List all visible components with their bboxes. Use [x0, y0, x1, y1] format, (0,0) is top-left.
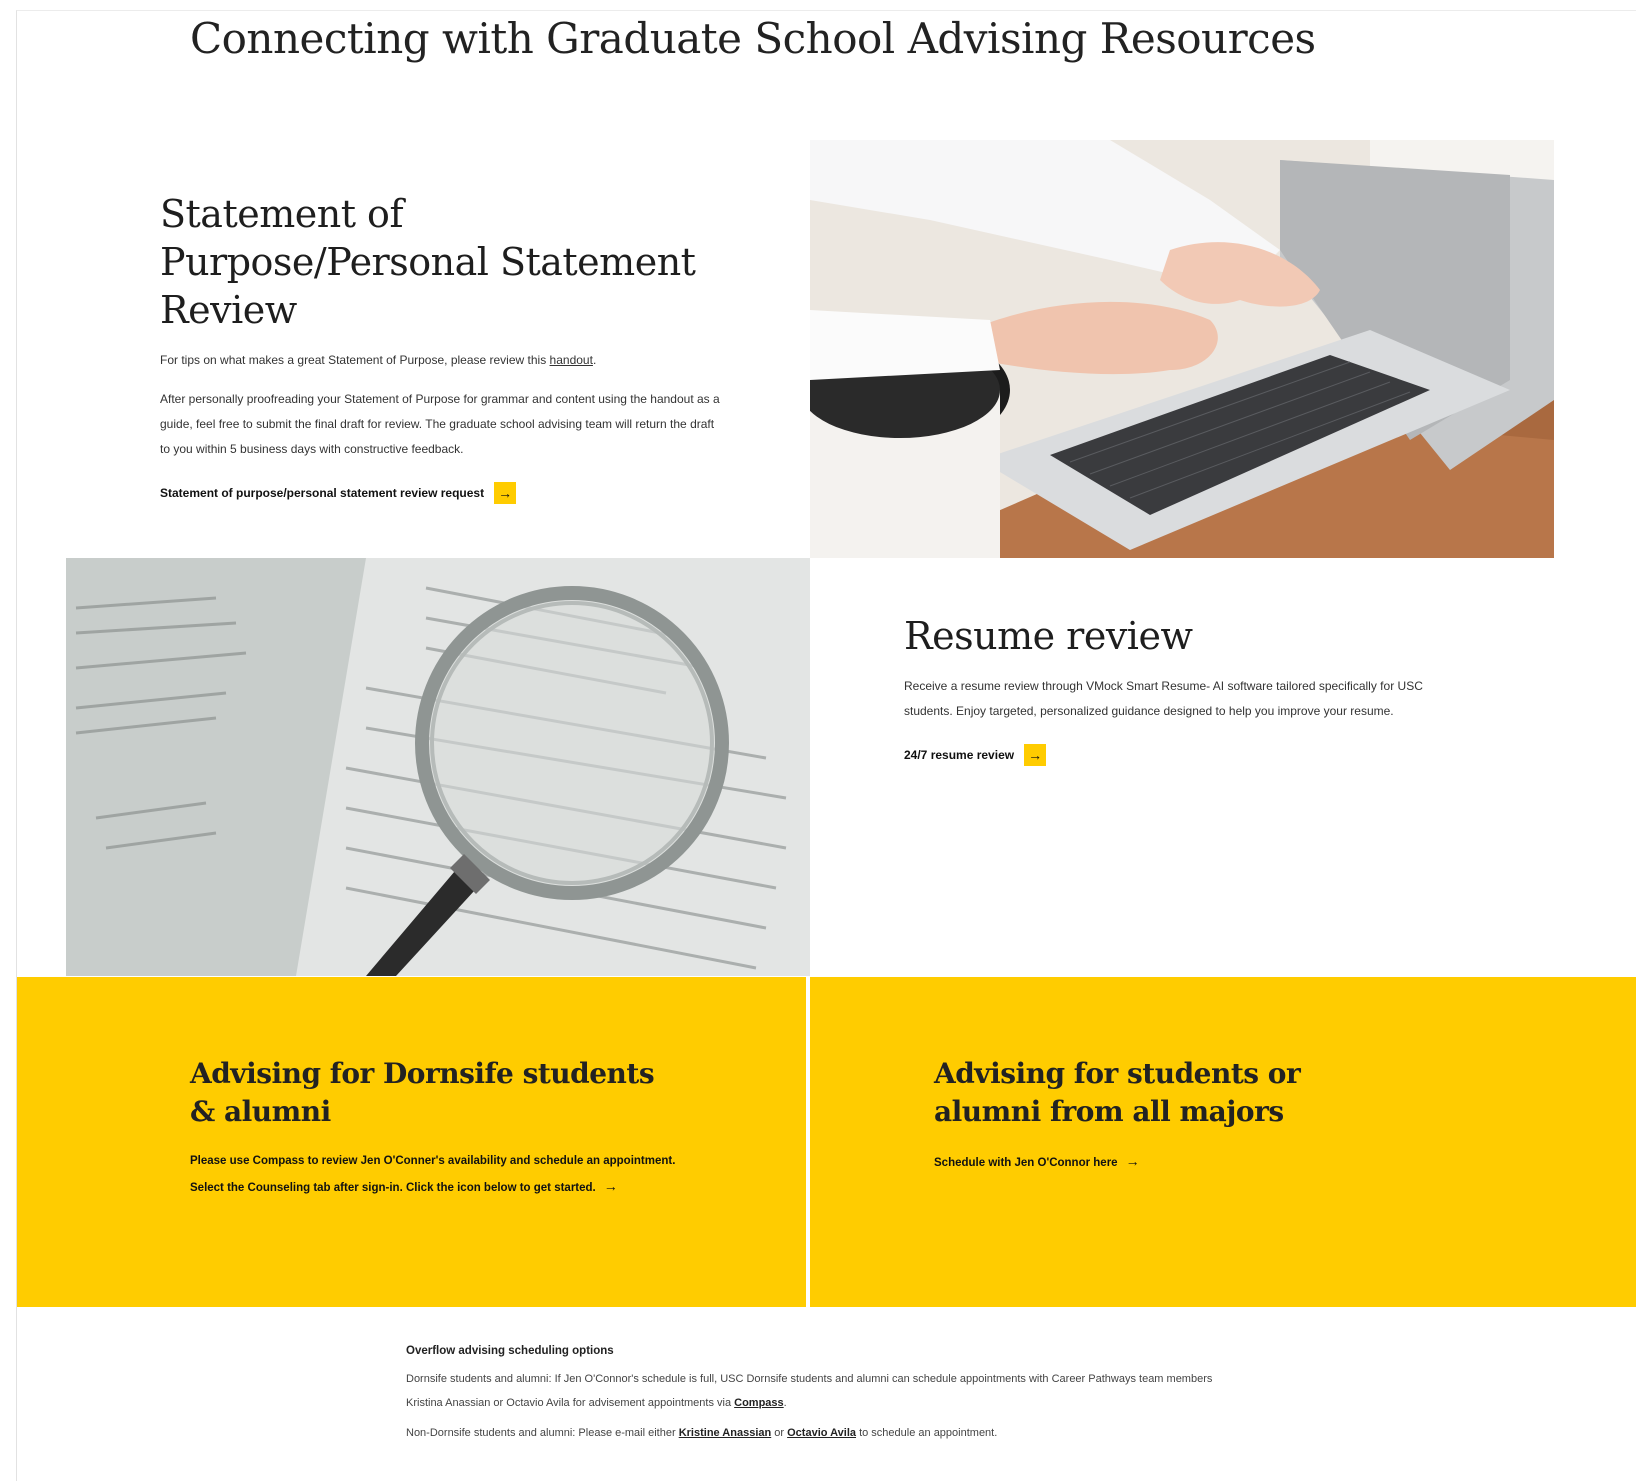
dornsife-advising-heading: Advising for Dornsife students & alumni [190, 1057, 655, 1128]
overflow-or: or [774, 1427, 785, 1439]
sop-tip-text: For tips on what makes a great Statement… [160, 353, 547, 367]
dornsife-advising-text: Please use Compass to review Jen O'Conne… [190, 1149, 680, 1201]
arrow-right-icon[interactable]: → [1126, 1153, 1140, 1169]
sop-heading: Statement of Purpose/Personal Statement … [160, 192, 696, 332]
resume-heading: Resume review [904, 614, 1193, 658]
dornsife-advising-section: Advising for Dornsife students & alumni … [190, 1055, 680, 1201]
all-majors-advising-section: Advising for students or alumni from all… [934, 1055, 1414, 1176]
resume-cta-label: 24/7 resume review [904, 748, 1015, 762]
schedule-jen-link[interactable]: Schedule with Jen O'Connor here [934, 1157, 1118, 1169]
sop-tip-suffix: . [592, 353, 597, 367]
overflow-dornsife-line: Dornsife students and alumni: If Jen O'C… [406, 1373, 1213, 1409]
all-majors-advising-heading: Advising for students or alumni from all… [934, 1057, 1301, 1128]
arrow-right-icon: → [1024, 744, 1047, 766]
laptop-illustration [810, 140, 1554, 558]
sop-tip: For tips on what makes a great Statement… [160, 348, 720, 373]
overflow-non-dornsife-suffix: to schedule an appointment. [859, 1427, 998, 1439]
sop-review-request-link[interactable]: Statement of purpose/personal statement … [160, 482, 517, 504]
sop-cta-label: Statement of purpose/personal statement … [160, 486, 485, 500]
compass-link[interactable]: Compass [734, 1397, 784, 1409]
overflow-line1-end: . [783, 1397, 787, 1409]
resume-review-link[interactable]: 24/7 resume review → [904, 744, 1047, 766]
resume-section: Resume review Receive a resume review th… [904, 612, 1464, 766]
overflow-heading: Overflow advising scheduling options [406, 1345, 614, 1357]
resume-magnifier-photo [66, 558, 810, 976]
dornsife-advising-instructions: Please use Compass to review Jen O'Conne… [190, 1155, 676, 1194]
page-title: Connecting with Graduate School Advising… [190, 14, 1316, 63]
overflow-non-dornsife-text: Non-Dornsife students and alumni: Please… [406, 1421, 1226, 1445]
overflow-section: Overflow advising scheduling options Dor… [406, 1345, 1226, 1445]
sop-section: Statement of Purpose/Personal Statement … [160, 190, 720, 504]
resume-paragraph: Receive a resume review through VMock Sm… [904, 679, 1423, 718]
resume-body: Receive a resume review through VMock Sm… [904, 674, 1464, 724]
magnifier-illustration [66, 558, 810, 976]
octavio-avila-link[interactable]: Octavio Avila [787, 1427, 856, 1439]
handout-link[interactable]: handout [550, 353, 593, 367]
sop-body: For tips on what makes a great Statement… [160, 348, 720, 462]
arrow-right-icon[interactable]: → [604, 1178, 618, 1194]
arrow-right-icon: → [494, 482, 517, 504]
sop-paragraph: After personally proofreading your State… [160, 392, 720, 456]
overflow-non-dornsife-prefix: Non-Dornsife students and alumni: Please… [406, 1427, 676, 1439]
schedule-jen-link-row: Schedule with Jen O'Connor here → [934, 1149, 1414, 1176]
laptop-typing-photo [810, 140, 1554, 558]
overflow-dornsife-text: Dornsife students and alumni: If Jen O'C… [406, 1367, 1226, 1415]
kristine-anassian-link[interactable]: Kristine Anassian [679, 1427, 772, 1439]
